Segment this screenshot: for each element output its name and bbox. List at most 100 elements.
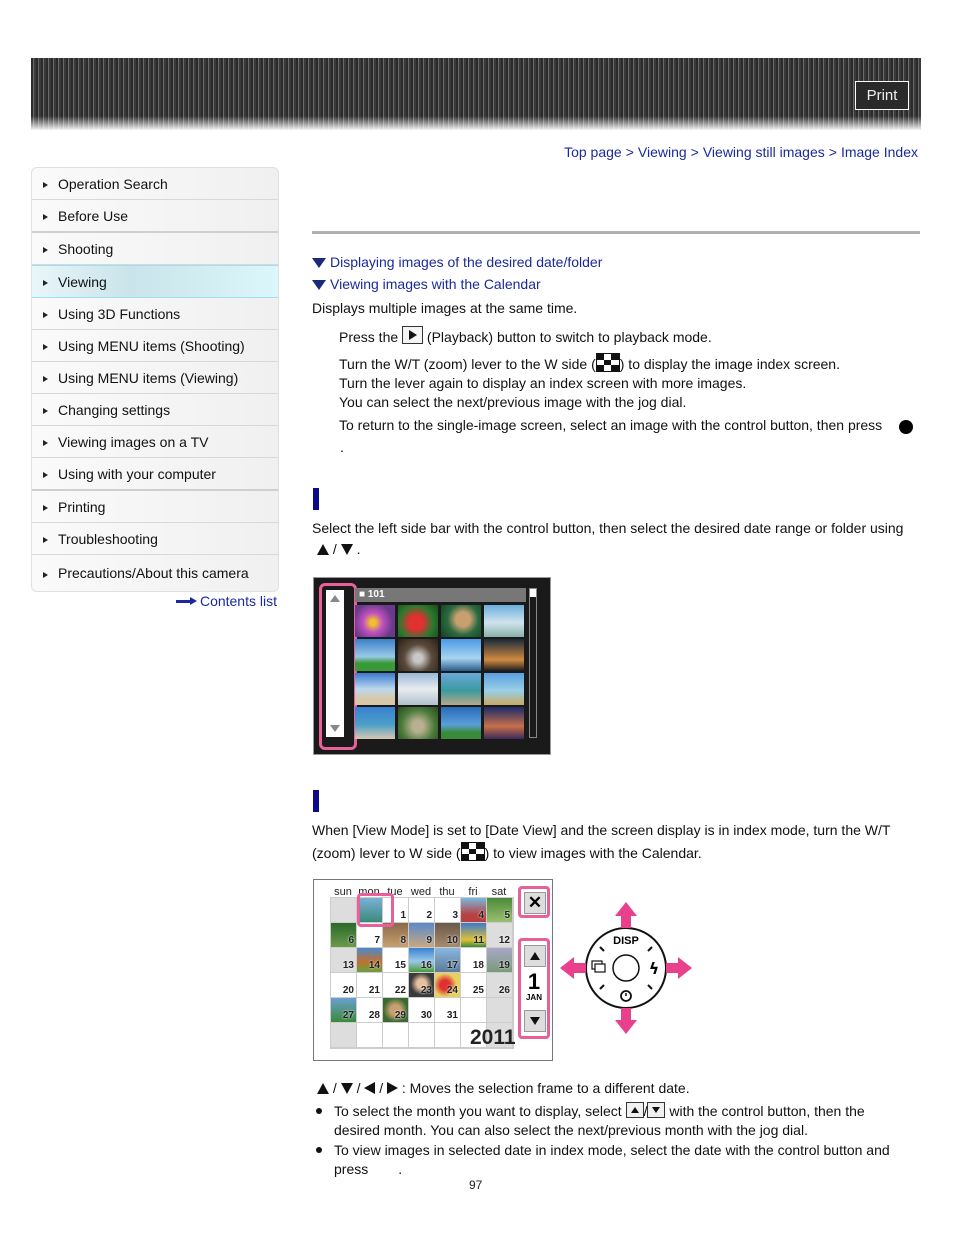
calendar-selection-frame	[357, 893, 394, 927]
calendar-empty-cell	[331, 1023, 357, 1048]
sidebar-item-viewing[interactable]: Viewing	[32, 265, 278, 298]
calendar-empty-cell	[461, 998, 487, 1023]
sidebar-item-label: Operation Search	[58, 175, 168, 192]
arrow-right-icon	[43, 408, 48, 414]
sidebar-item-precautions[interactable]: Precautions/About this camera	[32, 555, 278, 591]
section-2-text: (zoom) lever to W side (	[312, 845, 461, 861]
center-button-icon	[612, 954, 640, 982]
sidebar-item-shooting[interactable]: Shooting	[32, 233, 278, 265]
calendar-day-number: 21	[368, 985, 380, 996]
thumbnail	[355, 639, 395, 671]
calendar-day: 30	[409, 998, 435, 1023]
sidebar-item-changing-settings[interactable]: Changing settings	[32, 394, 278, 426]
sidebar-item-troubleshooting[interactable]: Troubleshooting	[32, 523, 278, 555]
calendar-day: 19	[487, 948, 513, 973]
disp-label: DISP	[613, 935, 639, 947]
section-2-text-line-2: (zoom) lever to W side () to view images…	[312, 842, 702, 863]
sidebar-item-viewing-on-tv[interactable]: Viewing images on a TV	[32, 426, 278, 458]
section-1-arrows: / .	[317, 540, 360, 559]
sidebar-item-before-use[interactable]: Before Use	[32, 200, 278, 233]
arrow-right-icon	[43, 472, 48, 478]
sidebar-item-label: Using MENU items (Shooting)	[58, 337, 245, 354]
sidebar-item-using-with-computer[interactable]: Using with your computer	[32, 458, 278, 491]
month-up-button-icon	[625, 1102, 644, 1118]
breadcrumb-image-index[interactable]: Image Index	[841, 144, 918, 160]
calendar-day: 18	[461, 948, 487, 973]
calendar-empty-cell	[409, 1023, 435, 1048]
calendar-day: 4	[461, 898, 487, 923]
step-2: Turn the W/T (zoom) lever to the W side …	[339, 353, 840, 412]
calendar-day-number: 10	[446, 935, 458, 946]
calendar-month-selector: 1 JAN	[518, 938, 550, 1039]
calendar-day-number: 15	[394, 960, 406, 971]
calendar-screen-image: sun mon tue wed thu fri sat 1 2 3 4 5 6 7 8 9 10 1…	[313, 879, 553, 1061]
sidebar-item-label: Changing settings	[58, 401, 171, 418]
calendar-empty-cell	[357, 1023, 383, 1048]
thumbnail	[441, 639, 481, 671]
breadcrumb-top-page[interactable]: Top page	[564, 144, 622, 160]
calendar-day: 29	[383, 998, 409, 1023]
close-icon: ✕	[524, 892, 546, 914]
calendar-empty-cell	[487, 998, 513, 1023]
arrow-right-icon	[43, 247, 48, 253]
breadcrumb-viewing[interactable]: Viewing	[638, 144, 687, 160]
bullet-item: To select the month you want to display,…	[316, 1102, 865, 1140]
index-side-bar-highlight	[319, 583, 357, 750]
sidebar-item-menu-shooting[interactable]: Using MENU items (Shooting)	[32, 330, 278, 362]
toc-link-label: Viewing images with the Calendar	[330, 276, 541, 292]
contents-list-link[interactable]: Contents list	[175, 593, 277, 609]
calendar-day-number: 7	[374, 935, 380, 946]
down-arrow-icon	[340, 544, 353, 555]
thumbnail	[484, 639, 524, 671]
thumbnail	[441, 707, 481, 739]
index-side-bar	[326, 590, 344, 737]
calendar-day-number: 4	[478, 910, 484, 921]
calendar-day-number: 2	[426, 910, 432, 921]
sidebar-item-label: Shooting	[58, 240, 114, 257]
control-dial-svg: DISP ϟ	[560, 902, 692, 1034]
bullet-text-line-2: press	[334, 1161, 369, 1177]
sidebar-item-operation-search[interactable]: Operation Search	[32, 168, 278, 200]
sidebar-item-label: Viewing	[58, 273, 107, 290]
arrow-down-icon	[615, 1008, 637, 1034]
calendar-day-number: 30	[420, 1010, 432, 1021]
calendar-day-number: 20	[342, 985, 354, 996]
thumbnail	[484, 673, 524, 705]
toc-link-calendar[interactable]: Viewing images with the Calendar	[312, 276, 541, 292]
calendar-day-number: 28	[368, 1010, 380, 1021]
calendar-day: 12	[487, 923, 513, 948]
calendar-day-number: 26	[498, 985, 510, 996]
section-heading-bar	[313, 790, 319, 812]
folder-number: 101	[367, 589, 385, 600]
calendar-day-number: 12	[498, 935, 510, 946]
sidebar-item-label: Using 3D Functions	[58, 305, 181, 322]
arrow-right-icon	[43, 312, 48, 318]
print-button[interactable]: Print	[855, 81, 909, 110]
moves-line: / / / : Moves the selection frame to a d…	[317, 1079, 690, 1098]
section-heading-bar	[313, 488, 319, 510]
arrow-right-icon	[43, 571, 48, 578]
contents-list-label: Contents list	[199, 593, 277, 609]
sidebar-item-label: Printing	[58, 498, 106, 515]
calendar-day: 22	[383, 973, 409, 998]
calendar-day-number: 19	[498, 960, 510, 971]
sidebar-nav: Operation Search Before Use Shooting Vie…	[31, 167, 279, 592]
separator: /	[332, 541, 337, 557]
sidebar-item-menu-viewing[interactable]: Using MENU items (Viewing)	[32, 362, 278, 394]
toc-link-date-folder[interactable]: Displaying images of the desired date/fo…	[312, 254, 602, 270]
month-up-icon	[524, 945, 546, 967]
separator: /	[379, 1080, 384, 1096]
sidebar-item-printing[interactable]: Printing	[32, 491, 278, 523]
moves-text: : Moves the selection frame to a differe…	[401, 1080, 690, 1096]
calendar-day: 2	[409, 898, 435, 923]
calendar-day: 13	[331, 948, 357, 973]
breadcrumb-viewing-still-images[interactable]: Viewing still images	[703, 144, 825, 160]
calendar-day-number: 11	[473, 935, 484, 946]
sidebar-item-using-3d-functions[interactable]: Using 3D Functions	[32, 298, 278, 330]
page-number: 97	[469, 1178, 483, 1192]
calendar-day: 21	[357, 973, 383, 998]
arrow-up-icon	[615, 902, 637, 928]
step-3: To return to the single-image screen, se…	[339, 416, 882, 435]
calendar-day-number: 3	[452, 910, 458, 921]
calendar-day-number: 17	[446, 960, 458, 971]
